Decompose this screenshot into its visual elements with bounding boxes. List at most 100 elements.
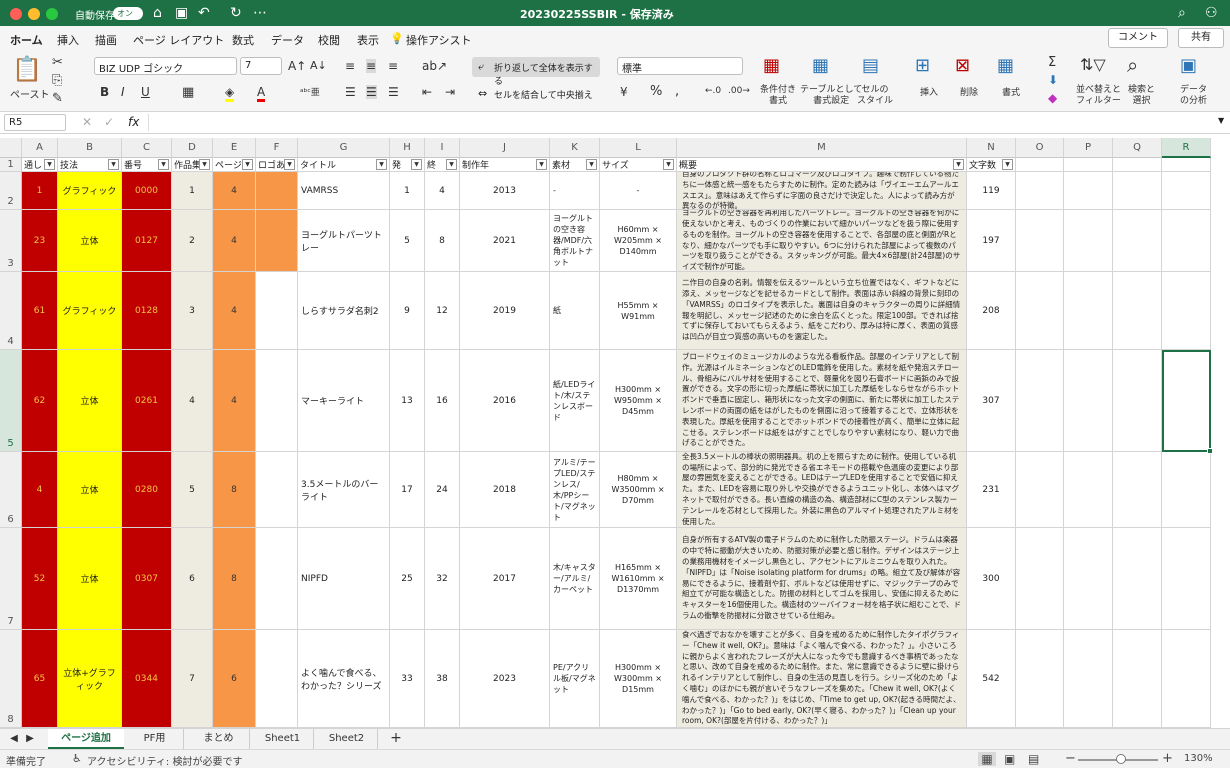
- save-icon[interactable]: ▣: [175, 5, 188, 21]
- table-cell[interactable]: [1113, 630, 1162, 728]
- autosum-icon[interactable]: Σ: [1048, 55, 1056, 70]
- table-cell[interactable]: 0280: [122, 452, 172, 528]
- table-cell[interactable]: [1064, 350, 1113, 452]
- percent-icon[interactable]: %: [650, 84, 662, 99]
- cell-styles-label[interactable]: セルの スタイル: [857, 85, 893, 107]
- table-cell[interactable]: 0344: [122, 630, 172, 728]
- align-top-icon[interactable]: ≡: [345, 59, 355, 73]
- find-icon[interactable]: ⌕: [1127, 53, 1138, 77]
- column-header-b[interactable]: B: [58, 138, 122, 158]
- filter-dropdown-icon[interactable]: ▼: [586, 159, 597, 170]
- table-cell[interactable]: 17: [390, 452, 425, 528]
- table-cell[interactable]: [1113, 272, 1162, 350]
- table-cell[interactable]: [1113, 528, 1162, 630]
- filter-dropdown-icon[interactable]: ▼: [376, 159, 387, 170]
- table-cell[interactable]: [1016, 172, 1064, 210]
- filter-dropdown-icon[interactable]: ▼: [108, 159, 119, 170]
- page-layout-view-icon[interactable]: ▣: [1004, 752, 1015, 766]
- table-cell[interactable]: 25: [390, 528, 425, 630]
- align-bottom-icon[interactable]: ≡: [388, 59, 398, 73]
- table-cell[interactable]: 3.5メートルのバーライト: [298, 452, 390, 528]
- font-name-dropdown[interactable]: BIZ UDP ゴシック: [94, 57, 237, 75]
- table-cell[interactable]: 立体+グラフィック: [58, 630, 122, 728]
- table-cell[interactable]: よく噛んで食べる、わかった？シリーズ: [298, 630, 390, 728]
- table-cell[interactable]: 4: [22, 452, 58, 528]
- zoom-level[interactable]: 130%: [1184, 753, 1213, 764]
- table-cell[interactable]: PE/アクリル板/マグネット: [550, 630, 600, 728]
- table-cell[interactable]: H300mm × W950mm × D45mm: [600, 350, 677, 452]
- zoom-out-icon[interactable]: −: [1065, 751, 1076, 766]
- fill-color-icon[interactable]: ◈: [225, 85, 235, 102]
- align-left-icon[interactable]: ☰: [345, 85, 356, 99]
- table-cell[interactable]: 5: [172, 452, 213, 528]
- table-cell[interactable]: -: [600, 172, 677, 210]
- table-cell[interactable]: 4: [425, 172, 460, 210]
- paste-label[interactable]: ペースト: [10, 86, 50, 101]
- filter-dropdown-icon[interactable]: ▼: [44, 159, 55, 170]
- sheet-tab-summary[interactable]: まとめ: [188, 729, 250, 749]
- column-header-d[interactable]: D: [172, 138, 213, 158]
- tab-home[interactable]: ホーム: [10, 32, 43, 53]
- table-cell[interactable]: 2017: [460, 528, 550, 630]
- share-button[interactable]: 共有: [1178, 28, 1224, 48]
- table-cell[interactable]: 自身のプロダクト群の名称とロゴマーク及びロゴタイプ。趣味で制作している物たちに一…: [677, 172, 967, 210]
- filter-dropdown-icon[interactable]: ▼: [446, 159, 457, 170]
- increase-indent-icon[interactable]: ⇥: [445, 85, 455, 99]
- row-header[interactable]: 1: [0, 158, 22, 172]
- filter-dropdown-icon[interactable]: ▼: [663, 159, 674, 170]
- table-cell[interactable]: 13: [390, 350, 425, 452]
- format-label[interactable]: 書式: [1002, 85, 1020, 98]
- close-window-button[interactable]: [10, 8, 22, 20]
- table-cell[interactable]: アルミ/テープLED/ステンレス/木/PPシート/マグネット: [550, 452, 600, 528]
- column-header-e[interactable]: E: [213, 138, 256, 158]
- number-format-dropdown[interactable]: 標準: [617, 57, 743, 75]
- table-cell[interactable]: [1113, 172, 1162, 210]
- zoom-slider-thumb[interactable]: [1116, 754, 1126, 764]
- table-cell[interactable]: 16: [425, 350, 460, 452]
- tab-insert[interactable]: 挿入: [57, 32, 79, 48]
- insert-cells-icon[interactable]: ⊞: [915, 55, 930, 76]
- filter-dropdown-icon[interactable]: ▼: [284, 159, 295, 170]
- filter-dropdown-icon[interactable]: ▼: [536, 159, 547, 170]
- table-cell[interactable]: ブロードウェイのミュージカルのような光る看板作品。部屋のインテリアとして制作。光…: [677, 350, 967, 452]
- delete-cells-icon[interactable]: ⊠: [955, 55, 970, 76]
- table-cell[interactable]: 33: [390, 630, 425, 728]
- decrease-indent-icon[interactable]: ⇤: [422, 85, 432, 99]
- table-cell[interactable]: 2: [172, 210, 213, 272]
- analyze-data-label[interactable]: データ の分析: [1180, 85, 1207, 107]
- table-cell[interactable]: 2018: [460, 452, 550, 528]
- table-cell[interactable]: [256, 172, 298, 210]
- table-cell[interactable]: [1016, 528, 1064, 630]
- undo-icon[interactable]: ↶: [198, 5, 210, 21]
- align-center-icon[interactable]: ☰: [366, 85, 377, 99]
- tab-tell-me[interactable]: 操作アシスト: [406, 32, 472, 48]
- table-cell[interactable]: ヨーグルトパーツトレー: [298, 210, 390, 272]
- expand-formula-icon[interactable]: ▼: [1218, 116, 1224, 125]
- increase-decimal-icon[interactable]: ←.0: [705, 86, 721, 96]
- column-header-m[interactable]: M: [677, 138, 967, 158]
- fill-handle[interactable]: [1207, 448, 1213, 454]
- tab-draw[interactable]: 描画: [95, 32, 117, 48]
- table-cell[interactable]: [1162, 630, 1211, 728]
- table-cell[interactable]: [1113, 210, 1162, 272]
- account-icon[interactable]: ⚇: [1205, 5, 1218, 21]
- sort-filter-label[interactable]: 並べ替えと フィルター: [1076, 85, 1121, 107]
- row-header[interactable]: 3: [0, 210, 22, 272]
- table-cell[interactable]: 1: [390, 172, 425, 210]
- table-cell[interactable]: 0127: [122, 210, 172, 272]
- column-header-c[interactable]: C: [122, 138, 172, 158]
- table-cell[interactable]: しらすサラダ名刺2: [298, 272, 390, 350]
- table-cell[interactable]: [1162, 452, 1211, 528]
- table-cell[interactable]: H300mm × W300mm × D15mm: [600, 630, 677, 728]
- table-cell[interactable]: 8: [213, 452, 256, 528]
- row-header[interactable]: 8: [0, 630, 22, 728]
- column-header-a[interactable]: A: [22, 138, 58, 158]
- decrease-decimal-icon[interactable]: .00→: [728, 86, 750, 96]
- table-cell[interactable]: [1162, 210, 1211, 272]
- column-header-r[interactable]: R: [1162, 138, 1211, 158]
- clear-icon[interactable]: ◆: [1048, 91, 1057, 105]
- table-cell[interactable]: -: [550, 172, 600, 210]
- table-cell[interactable]: 2023: [460, 630, 550, 728]
- align-right-icon[interactable]: ☰: [388, 85, 399, 99]
- table-cell[interactable]: [1016, 210, 1064, 272]
